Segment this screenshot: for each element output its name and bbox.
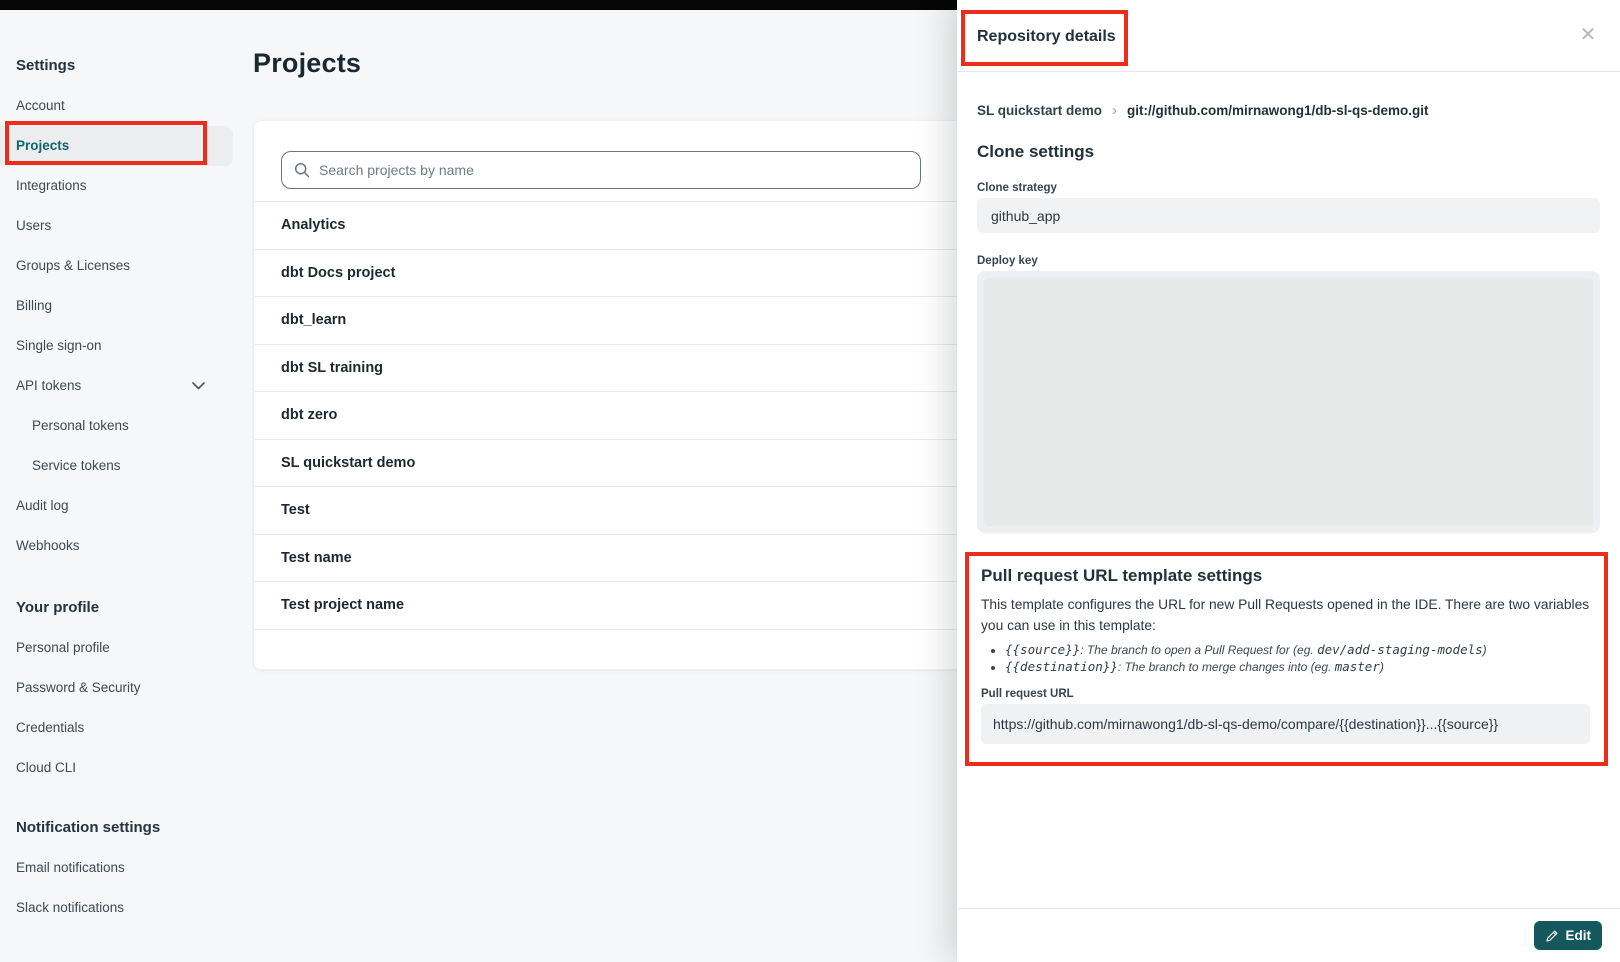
sidebar-item-integrations[interactable]: Integrations	[0, 166, 233, 206]
sidebar-item-audit-log[interactable]: Audit log	[0, 486, 233, 526]
sidebar-item-email-notifications[interactable]: Email notifications	[0, 848, 233, 888]
pull-request-url-field[interactable]: https://github.com/mirnawong1/db-sl-qs-d…	[981, 704, 1590, 744]
panel-title: Repository details	[977, 28, 1116, 46]
close-icon[interactable]: ✕	[1574, 20, 1602, 48]
sidebar-item-service-tokens[interactable]: Service tokens	[0, 446, 233, 486]
pull-request-section-title: Pull request URL template settings	[981, 566, 1590, 586]
pull-request-template-section: Pull request URL template settings This …	[965, 552, 1608, 766]
sidebar-item-groups-licenses[interactable]: Groups & Licenses	[0, 246, 233, 286]
sidebar-item-personal-profile[interactable]: Personal profile	[0, 628, 233, 668]
project-search[interactable]	[281, 151, 921, 189]
sidebar-item-personal-tokens[interactable]: Personal tokens	[0, 406, 233, 446]
breadcrumb-repo-url: git://github.com/mirnawong1/db-sl-qs-dem…	[1127, 103, 1428, 118]
edit-button[interactable]: Edit	[1534, 921, 1603, 950]
search-icon	[294, 162, 310, 178]
template-variable-destination: {{destination}}: The branch to merge cha…	[1005, 659, 1590, 676]
deploy-key-label: Deploy key	[977, 255, 1600, 267]
panel-body: SL quickstart demo › git://github.com/mi…	[957, 72, 1620, 908]
breadcrumb-separator-icon: ›	[1112, 102, 1117, 119]
sidebar-item-slack-notifications[interactable]: Slack notifications	[0, 888, 233, 928]
search-input[interactable]	[319, 162, 908, 178]
clone-settings-heading: Clone settings	[977, 142, 1600, 162]
repository-details-panel: Repository details ✕ SL quickstart demo …	[957, 0, 1620, 962]
sidebar-item-webhooks[interactable]: Webhooks	[0, 526, 233, 566]
pull-request-description: This template configures the URL for new…	[981, 594, 1590, 636]
sidebar-item-users[interactable]: Users	[0, 206, 233, 246]
sidebar-item-cloud-cli[interactable]: Cloud CLI	[0, 748, 233, 788]
app-screen: Settings Account Projects Integrations U…	[0, 0, 1620, 962]
sidebar-item-api-tokens[interactable]: API tokens	[0, 366, 233, 406]
template-variable-source: {{source}}: The branch to open a Pull Re…	[1005, 642, 1590, 659]
sidebar-section-settings: Settings	[0, 46, 240, 86]
settings-sidebar: Settings Account Projects Integrations U…	[0, 10, 240, 962]
chevron-down-icon	[192, 382, 205, 390]
breadcrumb-project[interactable]: SL quickstart demo	[977, 103, 1102, 118]
sidebar-item-account[interactable]: Account	[0, 86, 233, 126]
panel-footer: Edit	[957, 908, 1620, 962]
sidebar-item-credentials[interactable]: Credentials	[0, 708, 233, 748]
sidebar-section-your-profile: Your profile	[0, 588, 240, 628]
sidebar-item-billing[interactable]: Billing	[0, 286, 233, 326]
pull-request-url-label: Pull request URL	[981, 688, 1590, 700]
edit-button-label: Edit	[1566, 928, 1592, 943]
clone-strategy-label: Clone strategy	[977, 182, 1600, 194]
panel-header: Repository details ✕	[957, 0, 1620, 72]
deploy-key-value-redacted	[984, 278, 1593, 526]
sidebar-item-single-sign-on[interactable]: Single sign-on	[0, 326, 233, 366]
sidebar-item-password-security[interactable]: Password & Security	[0, 668, 233, 708]
deploy-key-field[interactable]	[977, 271, 1600, 533]
sidebar-section-notification-settings: Notification settings	[0, 808, 240, 848]
template-variable-list: {{source}}: The branch to open a Pull Re…	[1005, 642, 1590, 675]
clone-strategy-field[interactable]: github_app	[977, 198, 1600, 233]
sidebar-item-projects[interactable]: Projects	[0, 126, 233, 166]
pencil-icon	[1545, 929, 1559, 943]
breadcrumb: SL quickstart demo › git://github.com/mi…	[977, 102, 1600, 119]
